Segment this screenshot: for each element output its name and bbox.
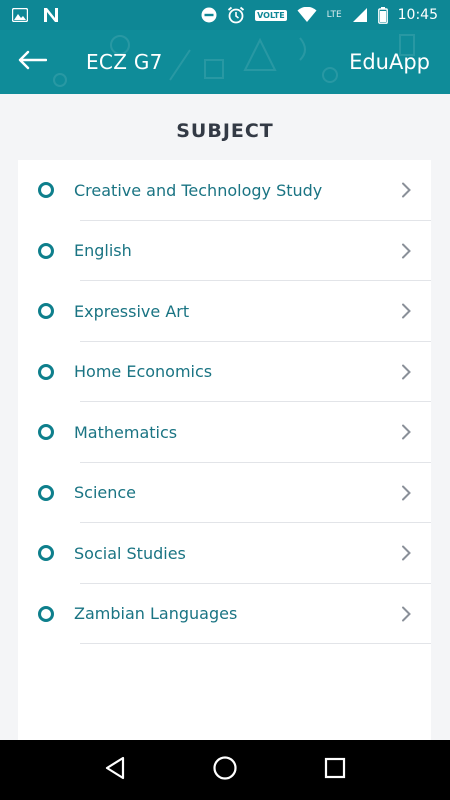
subject-item-zambian-languages[interactable]: Zambian Languages <box>18 584 431 644</box>
subject-label: Social Studies <box>74 543 186 563</box>
subject-item-social-studies[interactable]: Social Studies <box>18 523 431 584</box>
subject-label: English <box>74 241 132 261</box>
subject-item-home-economics[interactable]: Home Economics <box>18 342 431 402</box>
back-button[interactable] <box>0 30 64 94</box>
subject-item-expressive-art[interactable]: Expressive Art <box>18 281 431 342</box>
n-logo-icon <box>42 7 60 23</box>
subject-label: Zambian Languages <box>74 604 238 624</box>
chevron-right-icon <box>401 424 411 440</box>
subject-label: Home Economics <box>74 362 213 382</box>
subject-item-mathematics[interactable]: Mathematics <box>18 402 431 463</box>
chevron-right-icon <box>401 182 411 198</box>
volte-badge: VOLTE <box>255 9 287 21</box>
bullet-circle-icon <box>38 484 54 501</box>
wifi-icon <box>297 7 317 23</box>
app-name: EduApp <box>349 50 430 74</box>
subject-list: Creative and Technology Study English Ex… <box>18 160 431 644</box>
chevron-right-icon <box>401 545 411 561</box>
alarm-icon <box>227 6 245 24</box>
clock: 10:45 <box>397 7 438 23</box>
screen-title: ECZ G7 <box>86 50 163 74</box>
subject-label: Science <box>74 483 137 503</box>
bullet-circle-icon <box>38 242 54 259</box>
system-nav-bar <box>0 740 450 800</box>
bullet-circle-icon <box>38 363 54 380</box>
chevron-right-icon <box>401 485 411 501</box>
signal-icon <box>352 7 368 23</box>
subject-item-creative-and-technology-study[interactable]: Creative and Technology Study <box>18 160 431 221</box>
image-icon <box>12 8 28 22</box>
bullet-circle-icon <box>38 303 54 320</box>
section-title: SUBJECT <box>176 120 274 142</box>
chevron-right-icon <box>401 364 411 380</box>
subject-item-english[interactable]: English <box>18 221 431 281</box>
arrow-left-icon <box>17 50 48 74</box>
dnd-icon <box>201 7 217 23</box>
subject-label: Mathematics <box>74 422 178 442</box>
status-bar: VOLTE LTE 10:45 <box>0 0 450 30</box>
battery-icon <box>377 6 388 24</box>
bullet-circle-icon <box>38 545 54 562</box>
chevron-right-icon <box>401 606 411 622</box>
home-circle-icon <box>212 755 238 785</box>
recents-square-icon <box>324 757 346 783</box>
app-bar: ECZ G7 EduApp <box>0 30 450 94</box>
subject-list-card: Creative and Technology Study English Ex… <box>18 160 431 740</box>
nav-back-button[interactable] <box>90 745 140 795</box>
divider <box>80 643 431 644</box>
chevron-right-icon <box>401 303 411 319</box>
network-type-label: LTE <box>326 10 342 20</box>
back-triangle-icon <box>104 756 126 784</box>
bullet-circle-icon <box>38 424 54 441</box>
nav-recents-button[interactable] <box>310 745 360 795</box>
subject-item-science[interactable]: Science <box>18 463 431 523</box>
nav-home-button[interactable] <box>200 745 250 795</box>
subject-label: Expressive Art <box>74 301 190 321</box>
subject-label: Creative and Technology Study <box>74 180 323 200</box>
chevron-right-icon <box>401 243 411 259</box>
bullet-circle-icon <box>38 182 54 199</box>
bullet-circle-icon <box>38 605 54 622</box>
